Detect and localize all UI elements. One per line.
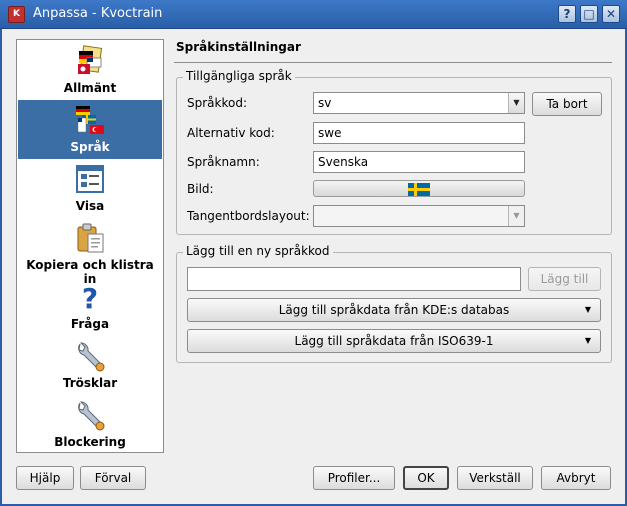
general-settings-icon	[78, 45, 103, 74]
add-from-iso-label: Lägg till språkdata från ISO639-1	[294, 334, 494, 348]
maximize-button[interactable]: □	[580, 5, 598, 23]
language-name-field[interactable]: Svenska	[313, 151, 525, 173]
new-language-code-input[interactable]	[187, 267, 521, 291]
sidebar-item-blocking[interactable]: Blockering	[18, 395, 162, 454]
language-flags-icon	[76, 106, 104, 134]
chevron-down-icon[interactable]: ▼	[508, 93, 524, 113]
chevron-down-icon: ▼	[584, 305, 591, 314]
sidebar-item-language[interactable]: Språk	[18, 100, 162, 159]
help-titlebar-button[interactable]: ?	[558, 5, 576, 23]
profiles-button[interactable]: Profiler...	[313, 466, 395, 490]
sidebar: Allmänt Språk Visa Kopiera och klistra i…	[16, 39, 164, 453]
sidebar-item-label: Visa	[75, 199, 105, 213]
sidebar-item-thresholds[interactable]: Trösklar	[18, 336, 162, 395]
add-from-kde-label: Lägg till språkdata från KDE:s databas	[278, 303, 510, 317]
language-code-value: sv	[318, 96, 332, 110]
cancel-button[interactable]: Avbryt	[541, 466, 611, 490]
sidebar-item-general[interactable]: Allmänt	[18, 41, 162, 100]
sidebar-item-copy-paste[interactable]: Kopiera och klistra in	[18, 218, 162, 286]
view-icon	[76, 165, 104, 193]
alternative-code-label: Alternativ kod:	[187, 126, 275, 140]
group-title: Tillgängliga språk	[183, 69, 295, 83]
question-icon: ?	[82, 282, 98, 313]
add-language-group: Lägg till en ny språkkod Lägg till Lägg …	[176, 244, 612, 363]
add-from-kde-button[interactable]: Lägg till språkdata från KDE:s databas ▼	[187, 298, 601, 322]
available-languages-group: Tillgängliga språk Språkkod: sv ▼ Ta bor…	[176, 69, 612, 235]
sidebar-item-label: Trösklar	[62, 376, 118, 390]
window-title: Anpassa - Kvoctrain	[33, 6, 163, 21]
remove-button[interactable]: Ta bort	[532, 92, 602, 116]
chevron-down-icon[interactable]: ▼	[508, 206, 524, 226]
sidebar-item-label: Blockering	[54, 435, 126, 449]
add-button[interactable]: Lägg till	[528, 267, 601, 291]
close-button[interactable]: ✕	[602, 5, 620, 23]
divider	[174, 62, 612, 63]
page-title: Språkinställningar	[176, 40, 301, 54]
sidebar-item-label: Fråga	[70, 317, 110, 331]
wrench-icon	[78, 401, 105, 431]
ok-button[interactable]: OK	[403, 466, 449, 490]
language-name-label: Språknamn:	[187, 155, 260, 169]
language-code-label: Språkkod:	[187, 96, 247, 110]
kvoctrain-app-icon[interactable]: K	[8, 6, 25, 23]
svg-text:?: ?	[82, 282, 98, 313]
sidebar-item-view[interactable]: Visa	[18, 159, 162, 218]
image-label: Bild:	[187, 182, 214, 196]
title-bar: K Anpassa - Kvoctrain ? □ ✕	[0, 0, 627, 29]
flag-image-button[interactable]	[313, 180, 525, 197]
add-from-iso-button[interactable]: Lägg till språkdata från ISO639-1 ▼	[187, 329, 601, 353]
defaults-button[interactable]: Förval	[80, 466, 146, 490]
group-title: Lägg till en ny språkkod	[183, 244, 333, 258]
alternative-code-field[interactable]: swe	[313, 122, 525, 144]
wrench-icon	[78, 342, 105, 372]
keyboard-layout-combo[interactable]: ▼	[313, 205, 525, 227]
help-button[interactable]: Hjälp	[16, 466, 74, 490]
chevron-down-icon: ▼	[584, 336, 591, 345]
keyboard-layout-label: Tangentbordslayout:	[187, 209, 310, 223]
sweden-flag-icon	[408, 183, 430, 196]
apply-button[interactable]: Verkställ	[457, 466, 533, 490]
window-frame-left	[0, 29, 2, 506]
sidebar-item-query[interactable]: ? Fråga	[18, 277, 162, 336]
copy-paste-icon	[77, 223, 104, 253]
language-code-combo[interactable]: sv ▼	[313, 92, 525, 114]
sidebar-item-label: Språk	[70, 140, 110, 154]
sidebar-item-label: Allmänt	[63, 81, 117, 95]
